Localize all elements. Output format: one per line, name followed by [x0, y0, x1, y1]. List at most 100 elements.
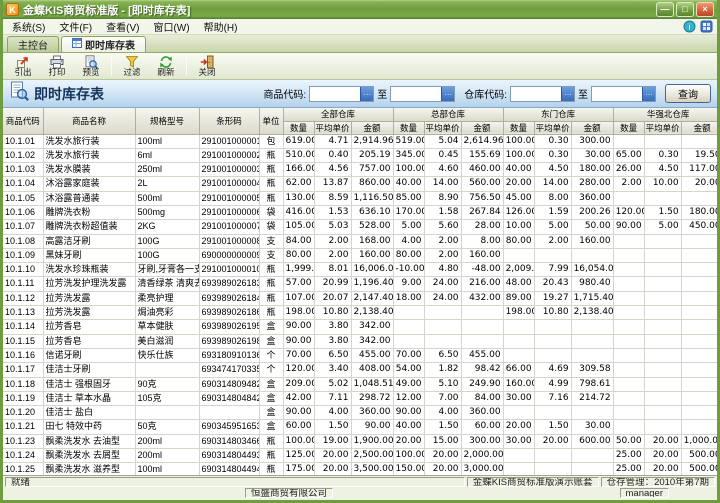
- warehouse-code-from-field: …: [510, 85, 575, 102]
- warehouse-group-header: 全部仓库: [283, 108, 394, 122]
- minimize-button[interactable]: —: [656, 2, 674, 17]
- lookup-icon[interactable]: …: [561, 86, 574, 101]
- menu-help[interactable]: 帮助(H): [197, 19, 245, 34]
- message-icon[interactable]: i: [683, 20, 696, 33]
- grid-row[interactable]: 10.1.21田七 特效中药50克6903459516535盒60.001.50…: [3, 419, 717, 435]
- preview-button[interactable]: 预览: [74, 54, 108, 79]
- product-code-to-input[interactable]: [391, 86, 442, 101]
- grid-cell: 10.1.03: [3, 162, 44, 178]
- grid-row[interactable]: 10.1.01洗发水旅行装100ml2910010000014包619.004.…: [3, 134, 717, 149]
- grid-row[interactable]: 10.1.05沐浴露普通装500ml2910010000052瓶130.008.…: [3, 191, 717, 206]
- grid-cell: [681, 334, 717, 349]
- grid-cell: 1.50: [534, 419, 572, 435]
- grid-cell: 田七 特效中药: [43, 419, 136, 435]
- settings-icon[interactable]: [700, 20, 713, 33]
- grid-cell: [135, 362, 200, 378]
- grid-cell: 45.00: [503, 191, 535, 206]
- column-header: 单位: [259, 108, 284, 135]
- grid-cell: 快乐仕族: [135, 348, 200, 364]
- grid-cell: 180.00: [571, 162, 614, 178]
- grid-cell: [681, 319, 717, 335]
- tab-console[interactable]: 主控台: [7, 36, 59, 52]
- grid-cell: 3.80: [314, 334, 352, 349]
- grid-row[interactable]: 10.1.03洗发水膜装250ml2910010000038瓶166.004.5…: [3, 162, 717, 178]
- grid-row[interactable]: 10.1.20 佳洁士 盐白盒 90.00 4.00 360.00 90.00 4.00 36…: [3, 405, 717, 421]
- grid-row[interactable]: 10.1.09黑妹牙刷100G6900000000090支80.002.0016…: [3, 248, 717, 264]
- grid-cell: 2910010000021: [199, 148, 260, 164]
- inventory-grid[interactable]: 商品代码 商品名称 规格型号 条形码 单位 全部仓库 总部仓库 东门仓库 华强北仓库 数量 平均单价…: [3, 108, 717, 476]
- grid-cell: 757.00: [351, 162, 394, 178]
- warehouse-code-from-input[interactable]: [511, 86, 561, 101]
- grid-row[interactable]: 10.1.15拉芳香皂美白滋润6939890261984盒90.003.8034…: [3, 334, 717, 349]
- grid-cell: 瓶: [259, 276, 284, 292]
- grid-row[interactable]: 10.1.10洗发水珍珠瓶装牙刷,牙膏各一支2910010000106瓶1,99…: [3, 262, 717, 278]
- query-button[interactable]: 查询: [665, 84, 711, 103]
- grid-row[interactable]: 10.1.07雕牌洗衣粉超值装2KG2910010000076袋105.005.…: [3, 219, 717, 235]
- grid-row[interactable]: 10.1.25飘柔洗发水 滋养型100ml6903148044944瓶175.0…: [3, 462, 717, 475]
- grid-row[interactable]: 10.1.23飘柔洗发水 去油型200ml6903148034662瓶100.0…: [3, 434, 717, 450]
- grid-row[interactable]: 10.1.12拉芳洗发露柔亮护理6939890261842瓶107.0020.0…: [3, 291, 717, 307]
- close-button[interactable]: ×: [696, 2, 714, 17]
- grid-cell: 瓶: [259, 262, 284, 278]
- close-view-button[interactable]: 关闭: [190, 54, 224, 79]
- grid-cell: 支: [259, 234, 284, 249]
- grid-row[interactable]: 10.1.02洗发水旅行装6ml2910010000021瓶510.000.40…: [3, 148, 717, 164]
- grid-cell: 25.00: [613, 448, 645, 464]
- lookup-icon[interactable]: …: [642, 86, 655, 101]
- grid-cell: 126.00: [503, 205, 535, 221]
- grid-row[interactable]: 10.1.24飘柔洗发水 去屑型200ml6903148044937瓶125.0…: [3, 448, 717, 464]
- grid-row[interactable]: 10.1.06雕牌洗衣粉500mg2910010000069袋416.001.5…: [3, 205, 717, 221]
- menu-system[interactable]: 系统(S): [5, 19, 52, 34]
- grid-cell: 10.1.24: [3, 448, 44, 464]
- grid-cell: 54.00: [393, 362, 425, 378]
- grid-cell: [534, 462, 572, 475]
- grid-cell: 5.00: [644, 219, 682, 235]
- grid-cell: 6.50: [424, 348, 462, 364]
- grid-cell: 100.00: [393, 162, 425, 178]
- lookup-icon[interactable]: …: [441, 86, 455, 101]
- menu-file[interactable]: 文件(F): [52, 19, 99, 34]
- grid-row[interactable]: 10.1.11拉芳洗发护理洗发露清香绿茶 清爽去屑6939890261835瓶5…: [3, 276, 717, 292]
- grid-cell: 160.00: [503, 377, 535, 392]
- tab-inventory-label: 即时库存表: [85, 41, 135, 52]
- filter-button[interactable]: 过滤: [115, 54, 149, 79]
- grid-row[interactable]: 10.1.04沐浴露家庭装2L2910010000045瓶62.0013.878…: [3, 176, 717, 192]
- grid-cell: 10.1.23: [3, 434, 44, 450]
- maximize-button[interactable]: □: [676, 2, 694, 17]
- grid-cell: 0.40: [314, 148, 352, 164]
- product-code-from-input[interactable]: [310, 86, 361, 101]
- menu-window[interactable]: 窗口(W): [146, 19, 196, 34]
- grid-cell: 57.00: [283, 276, 315, 292]
- grid-cell: 30.00: [503, 391, 535, 407]
- menu-view[interactable]: 查看(V): [99, 19, 146, 34]
- grid-row[interactable]: 10.1.14拉芳香皂草本健肤6939890261953盒90.003.8034…: [3, 319, 717, 335]
- grid-cell: 30.00: [571, 148, 614, 164]
- grid-cell: 7.99: [534, 262, 572, 278]
- grid-cell: [681, 305, 717, 321]
- grid-cell: 5.02: [314, 377, 352, 392]
- refresh-button[interactable]: 刷新: [149, 54, 183, 79]
- tab-inventory-report[interactable]: 即时库存表: [61, 36, 146, 52]
- grid-cell: 佳洁士 盐白: [43, 405, 136, 421]
- grid-cell: 7.00: [424, 391, 462, 407]
- grid-cell: 4.99: [534, 377, 572, 392]
- grid-row[interactable]: 10.1.08高露洁牙刷100G2910010000083支84.002.001…: [3, 234, 717, 249]
- product-code-to-field: …: [390, 85, 456, 102]
- grid-row[interactable]: 10.1.18佳洁士 强根固牙90克6903148094822盒209.005.…: [3, 377, 717, 392]
- grid-row[interactable]: 10.1.17佳洁士牙刷 6934741703354个120.003.40408.…: [3, 362, 717, 378]
- warehouse-code-to-input[interactable]: [592, 86, 642, 101]
- lookup-icon[interactable]: …: [360, 86, 374, 101]
- print-button[interactable]: 打印: [40, 54, 74, 79]
- grid-row[interactable]: 10.1.16信诺牙刷快乐仕族6931809101367个70.006.5045…: [3, 348, 717, 364]
- grid-cell: 10.1.05: [3, 191, 44, 206]
- grid-cell: 5.60: [424, 219, 462, 235]
- grid-cell: 40.00: [503, 162, 535, 178]
- column-header: 商品代码: [3, 108, 44, 135]
- grid-row[interactable]: 10.1.19佳洁士 草本水晶105克6903148048429盒42.007.…: [3, 391, 717, 407]
- grid-cell: 4.60: [424, 162, 462, 178]
- grid-cell: [571, 448, 614, 464]
- export-button[interactable]: 引出: [6, 54, 40, 79]
- grid-cell: 5.00: [534, 219, 572, 235]
- grid-cell: 拉芳洗发露: [43, 305, 136, 321]
- grid-row[interactable]: 10.1.13拉芳洗发露焗油亮彩6939890261863瓶198.0010.8…: [3, 305, 717, 321]
